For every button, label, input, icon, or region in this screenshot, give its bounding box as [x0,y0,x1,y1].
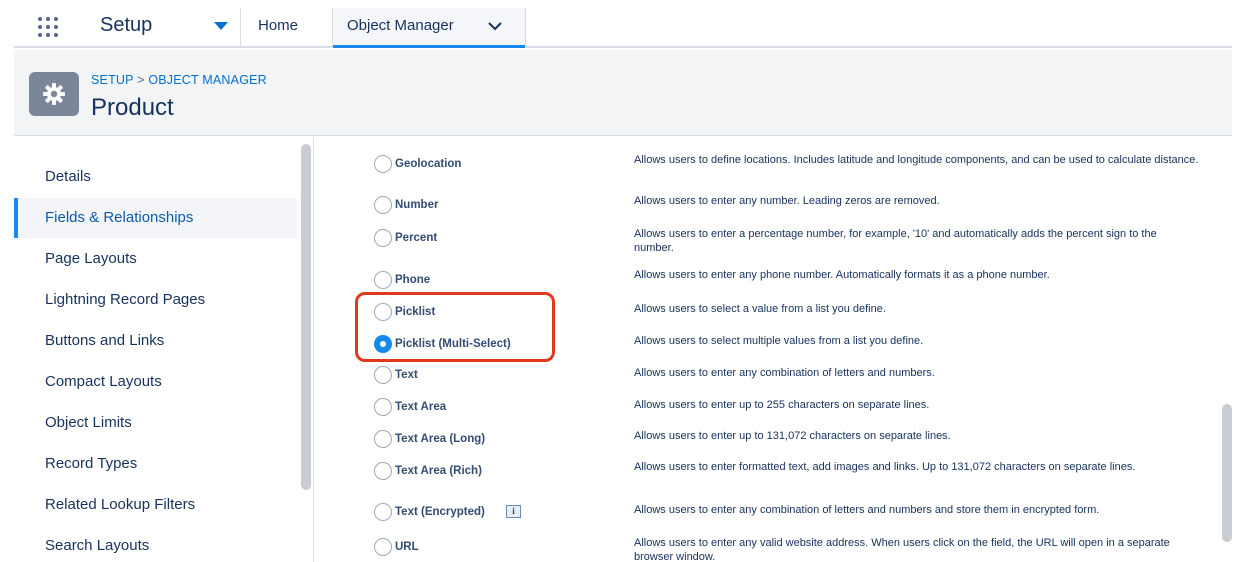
field-type-description: Allows users to select a value from a li… [634,303,886,315]
nav-home-tab[interactable]: Home [258,17,298,34]
page-header [14,50,1232,136]
field-type-description: Allows users to enter a percentage numbe… [634,228,1157,254]
field-type-description: Allows users to enter any phone number. … [634,269,1050,281]
page-title: Product [91,94,174,121]
sidebar-item-details[interactable]: Details [14,157,297,197]
breadcrumb-setup[interactable]: SETUP [91,73,133,87]
field-type-description: Allows users to enter up to 131,072 char… [634,430,951,442]
content-scrollbar[interactable] [1222,404,1232,542]
info-icon[interactable]: i [506,505,521,518]
field-type-label: Number [395,199,439,211]
global-nav [14,8,1232,48]
field-type-label: Text (Encrypted) [395,506,485,518]
radio-text-encrypted[interactable] [374,503,392,521]
field-type-label: URL [395,541,419,553]
radio-percent[interactable] [374,229,392,247]
sidebar-item-related-lookup-filters[interactable]: Related Lookup Filters [14,485,297,525]
radio-number[interactable] [374,196,392,214]
sidebar-item-buttons-links[interactable]: Buttons and Links [14,321,297,361]
field-type-description: Allows users to enter any valid website … [634,537,1170,562]
annotation-highlight [355,292,555,362]
nav-object-manager-tab[interactable]: Object Manager [333,8,525,48]
field-type-description: Allows users to select multiple values f… [634,335,924,347]
radio-text[interactable] [374,366,392,384]
breadcrumb: SETUP > OBJECT MANAGER [91,73,267,87]
field-type-description: Allows users to enter any combination of… [634,367,935,379]
nav-object-manager-label: Object Manager [347,17,454,34]
field-type-label: Text Area [395,401,447,413]
app-launcher-icon[interactable] [38,17,60,39]
sidebar-scrollbar[interactable] [301,144,311,490]
radio-url[interactable] [374,538,392,556]
nav-divider [525,8,526,46]
chevron-down-icon[interactable] [214,22,228,30]
chevron-down-icon[interactable] [487,18,503,34]
sidebar-item-compact-layouts[interactable]: Compact Layouts [14,362,297,402]
sidebar: Details Fields & Relationships Page Layo… [14,137,314,562]
sidebar-item-page-layouts[interactable]: Page Layouts [14,239,297,279]
field-type-description: Allows users to define locations. Includ… [634,154,1199,166]
field-type-description: Allows users to enter any combination of… [634,504,1100,516]
radio-text-area-long[interactable] [374,430,392,448]
radio-text-area[interactable] [374,398,392,416]
radio-phone[interactable] [374,271,392,289]
radio-geolocation[interactable] [374,155,392,173]
field-type-label: Phone [395,274,431,286]
sidebar-item-fields-relationships[interactable]: Fields & Relationships [14,198,297,238]
sidebar-item-search-layouts[interactable]: Search Layouts [14,526,297,562]
app-name: Setup [100,14,153,36]
gear-icon [29,72,79,116]
field-type-description: Allows users to enter formatted text, ad… [634,461,1136,473]
field-type-label: Text Area (Rich) [395,465,482,477]
breadcrumb-object-manager[interactable]: OBJECT MANAGER [148,73,267,87]
field-type-label: Percent [395,232,438,244]
field-type-label: Text [395,369,418,381]
nav-divider [240,8,241,46]
field-type-label: Text Area (Long) [395,433,486,445]
sidebar-item-object-limits[interactable]: Object Limits [14,403,297,443]
sidebar-item-lightning-record-pages[interactable]: Lightning Record Pages [14,280,297,320]
field-type-description: Allows users to enter up to 255 characte… [634,399,930,411]
field-type-description: Allows users to enter any number. Leadin… [634,195,940,207]
field-type-label: Geolocation [395,158,462,170]
sidebar-item-record-types[interactable]: Record Types [14,444,297,484]
radio-text-area-rich[interactable] [374,462,392,480]
breadcrumb-separator: > [137,73,145,87]
